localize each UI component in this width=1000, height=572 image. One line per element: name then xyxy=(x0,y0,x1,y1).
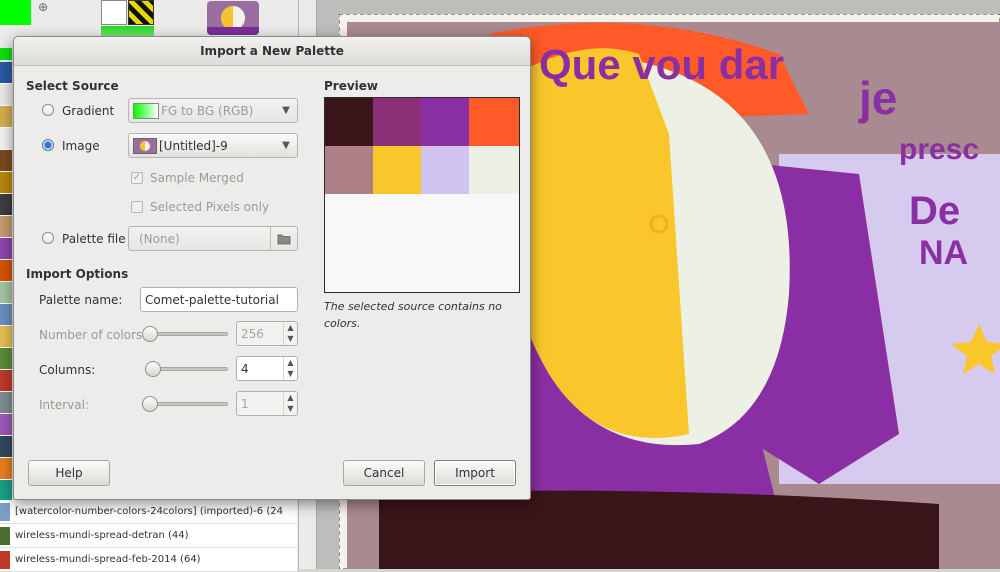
preview-color-cell xyxy=(469,146,519,194)
palette-file-value: (None) xyxy=(139,231,180,246)
gradient-radio[interactable] xyxy=(42,104,54,116)
preview-color-cell xyxy=(421,146,469,194)
palette-name-label: Palette name: xyxy=(39,293,123,307)
num-colors-label: Number of colors: xyxy=(39,328,147,342)
gradient-value: FG to BG (RGB) xyxy=(161,103,254,118)
list-item[interactable]: wireless-mundi-spread-feb-2014 (64) xyxy=(0,548,297,572)
pattern-thumbnail[interactable] xyxy=(128,0,154,25)
preview-heading: Preview xyxy=(324,79,379,93)
palette-list: [watercolor-number-colors-24colors] (imp… xyxy=(0,500,297,572)
palette-file-radio[interactable] xyxy=(42,232,54,244)
interval-slider-track[interactable] xyxy=(148,402,228,406)
artwork-text: Que vou dar xyxy=(539,41,784,88)
image-combo[interactable]: [Untitled]-9 ▼ xyxy=(128,133,298,158)
columns-spinbutton[interactable]: ▲▼ xyxy=(236,356,298,381)
preview-color-cell xyxy=(325,98,373,146)
chevron-down-icon: ▼ xyxy=(282,105,290,116)
chevron-down-icon: ▼ xyxy=(282,140,290,151)
select-source-heading: Select Source xyxy=(26,79,119,93)
image-thumbnail-icon xyxy=(133,137,157,154)
chevron-up-icon[interactable]: ▲ xyxy=(284,322,297,333)
stepper-arrows[interactable]: ▲ ▼ xyxy=(283,392,297,415)
image-thumbnail[interactable] xyxy=(207,1,259,35)
sample-merged-label: Sample Merged xyxy=(150,171,244,185)
chevron-up-icon[interactable]: ▲ xyxy=(284,357,297,368)
artwork-text: presc xyxy=(899,133,979,166)
palette-list-label: wireless-mundi-spread-feb-2014 (64) xyxy=(15,554,201,565)
preview-color-cell xyxy=(421,98,469,146)
artwork-text: De xyxy=(909,189,960,233)
chevron-down-icon[interactable]: ▼ xyxy=(284,368,297,379)
num-colors-input[interactable] xyxy=(237,322,283,345)
gradient-label: Gradient xyxy=(62,104,115,118)
brush-thumbnail[interactable] xyxy=(101,0,127,25)
preview-message: The selected source contains no colors. xyxy=(324,300,502,330)
interval-label: Interval: xyxy=(39,398,89,412)
artwork-text: NA xyxy=(919,234,968,272)
columns-label: Columns: xyxy=(39,363,96,377)
columns-input[interactable] xyxy=(237,357,283,380)
preview-color-cell xyxy=(373,146,421,194)
foreground-color-swatch[interactable] xyxy=(0,0,31,25)
palette-swatch xyxy=(0,502,10,521)
import-options-heading: Import Options xyxy=(26,267,129,281)
num-colors-spinbutton[interactable]: ▲▼ xyxy=(236,321,298,346)
columns-slider-handle[interactable] xyxy=(145,361,161,377)
image-value: [Untitled]-9 xyxy=(159,138,228,153)
palette-file-chooser[interactable]: (None) xyxy=(128,226,298,251)
import-button[interactable]: Import xyxy=(434,460,516,486)
palette-list-label: [watercolor-number-colors-24colors] (imp… xyxy=(15,506,283,517)
num-colors-slider-track[interactable] xyxy=(148,332,228,336)
help-button[interactable]: Help xyxy=(28,460,110,486)
interval-spinbutton[interactable]: ▲▼ xyxy=(236,391,298,416)
interval-input[interactable] xyxy=(237,392,283,415)
image-radio[interactable] xyxy=(42,139,54,151)
pointer-icon: ⊕ xyxy=(38,0,49,14)
selected-pixels-label: Selected Pixels only xyxy=(150,200,270,214)
gradient-combo[interactable]: FG to BG (RGB) ▼ xyxy=(128,98,298,123)
import-palette-dialog: Import a New Palette Select Source Gradi… xyxy=(13,36,531,500)
palette-name-input[interactable] xyxy=(140,287,298,312)
preview-color-cell xyxy=(469,98,519,146)
preview-color-cell xyxy=(325,146,373,194)
cancel-button[interactable]: Cancel xyxy=(343,460,425,486)
selected-pixels-checkbox[interactable] xyxy=(131,201,143,213)
list-item[interactable]: wireless-mundi-spread-detran (44) xyxy=(0,524,297,548)
chevron-up-icon[interactable]: ▲ xyxy=(284,392,297,403)
folder-icon[interactable] xyxy=(270,227,297,250)
stepper-arrows[interactable]: ▲ ▼ xyxy=(283,322,297,345)
gradient-preview-icon xyxy=(133,102,159,119)
palette-swatch xyxy=(0,550,10,569)
palette-swatch xyxy=(0,526,10,545)
chevron-down-icon[interactable]: ▼ xyxy=(284,333,297,344)
image-label: Image xyxy=(62,139,100,153)
dialog-title: Import a New Palette xyxy=(14,37,530,66)
color-indicator xyxy=(0,48,12,60)
artwork-text: je xyxy=(858,72,897,124)
stepper-arrows[interactable]: ▲ ▼ xyxy=(283,357,297,380)
palette-swatch-column xyxy=(0,62,12,502)
preview-color-cell xyxy=(373,98,421,146)
interval-slider-handle[interactable] xyxy=(142,396,158,412)
palette-list-label: wireless-mundi-spread-detran (44) xyxy=(15,530,189,541)
palette-preview xyxy=(324,97,520,293)
list-item[interactable]: [watercolor-number-colors-24colors] (imp… xyxy=(0,500,297,524)
sample-merged-checkbox[interactable]: ✓ xyxy=(131,172,143,184)
chevron-down-icon[interactable]: ▼ xyxy=(284,403,297,414)
palette-file-label: Palette file xyxy=(62,232,126,246)
num-colors-slider-handle[interactable] xyxy=(142,326,158,342)
